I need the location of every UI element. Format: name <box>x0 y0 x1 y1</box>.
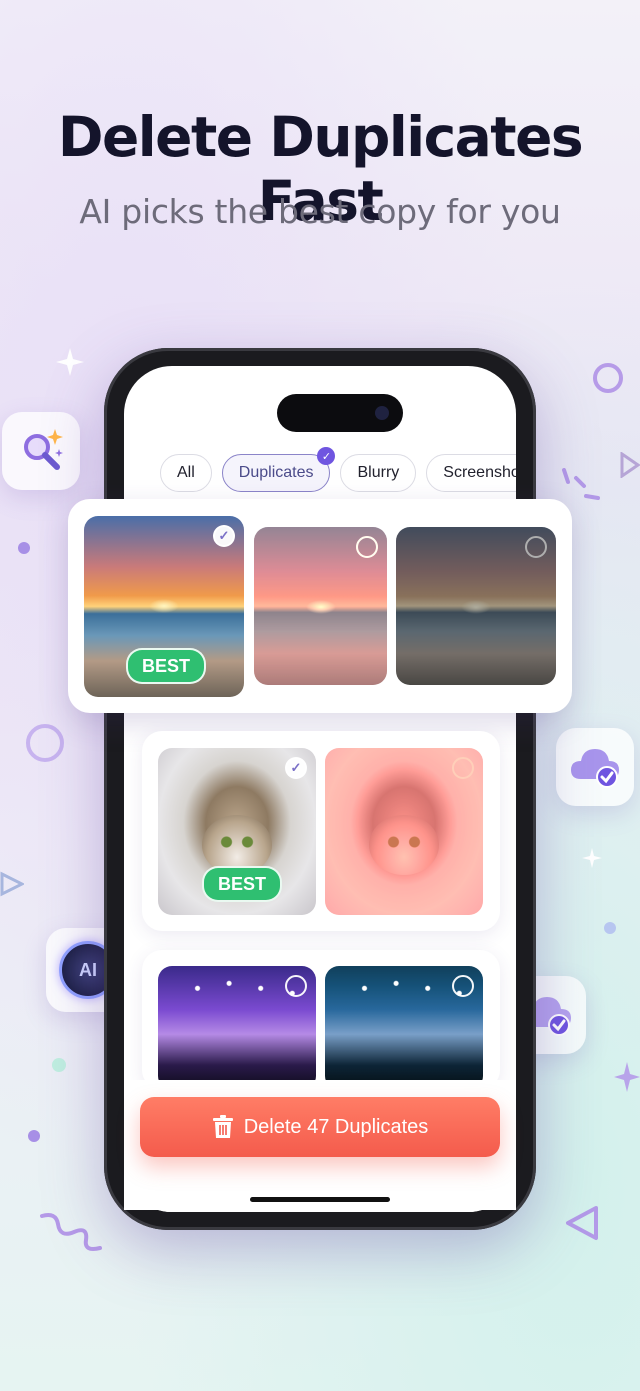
select-circle-icon[interactable] <box>452 757 474 779</box>
filter-chip-all[interactable]: All <box>160 454 212 492</box>
dot-decoration <box>604 922 616 934</box>
select-circle-icon[interactable] <box>452 975 474 997</box>
triangle-icon <box>0 871 24 897</box>
ai-badge-label: AI <box>79 959 97 980</box>
dot-decoration <box>18 542 30 554</box>
duplicate-group-cat: ✓ BEST <box>142 731 500 931</box>
home-indicator[interactable] <box>250 1197 390 1202</box>
cloud-sync-tile <box>556 728 634 806</box>
ring-icon <box>26 724 64 762</box>
sparkle-icon <box>56 348 84 376</box>
photo-thumbnail[interactable] <box>325 966 483 1090</box>
dot-decoration <box>28 1130 40 1142</box>
triangle-icon <box>620 452 640 478</box>
photo-thumbnail-best[interactable]: ✓ BEST <box>158 748 316 915</box>
filter-chip-duplicates[interactable]: Duplicates ✓ <box>221 447 336 492</box>
triangle-icon <box>566 1206 598 1240</box>
dash-lines-icon <box>562 468 600 500</box>
filter-chip-screenshots[interactable]: Screenshots <box>426 454 516 492</box>
filter-chip-blurry[interactable]: Blurry <box>340 454 417 492</box>
filter-chips: All Duplicates ✓ Blurry Screenshots <box>160 447 516 494</box>
dynamic-island <box>277 394 403 432</box>
select-circle-icon[interactable] <box>356 536 378 558</box>
photo-thumbnail-best[interactable]: ✓ BEST <box>84 516 244 697</box>
photo-thumbnail[interactable] <box>396 527 556 685</box>
magic-search-tile <box>2 412 80 490</box>
duplicate-group-sunset: ✓ BEST <box>68 499 572 713</box>
selected-check-icon: ✓ <box>317 447 336 465</box>
checkmark-icon[interactable]: ✓ <box>213 525 235 547</box>
sparkle-icon <box>614 1062 640 1092</box>
sparkle-icon <box>582 848 602 868</box>
dot-decoration <box>52 1058 66 1072</box>
best-badge: BEST <box>126 648 207 684</box>
photo-thumbnail[interactable] <box>325 748 483 915</box>
delete-button-label: Delete 47 Duplicates <box>243 1115 429 1138</box>
squiggle-icon <box>40 1213 102 1251</box>
photo-thumbnail[interactable] <box>158 966 316 1090</box>
select-circle-icon[interactable] <box>525 536 547 558</box>
delete-duplicates-button[interactable]: Delete 47 Duplicates <box>140 1097 500 1157</box>
photo-thumbnail[interactable] <box>254 527 387 685</box>
checkmark-icon[interactable]: ✓ <box>285 757 307 779</box>
camera-icon <box>375 406 389 420</box>
cloud-check-icon <box>571 749 619 788</box>
best-badge: BEST <box>202 866 283 902</box>
duplicate-group-concert <box>142 950 500 1090</box>
subheadline: AI picks the best copy for you <box>79 192 561 231</box>
select-circle-icon[interactable] <box>285 975 307 997</box>
magic-search-icon <box>24 429 63 470</box>
ring-icon <box>593 363 623 393</box>
trash-icon <box>212 1115 233 1138</box>
